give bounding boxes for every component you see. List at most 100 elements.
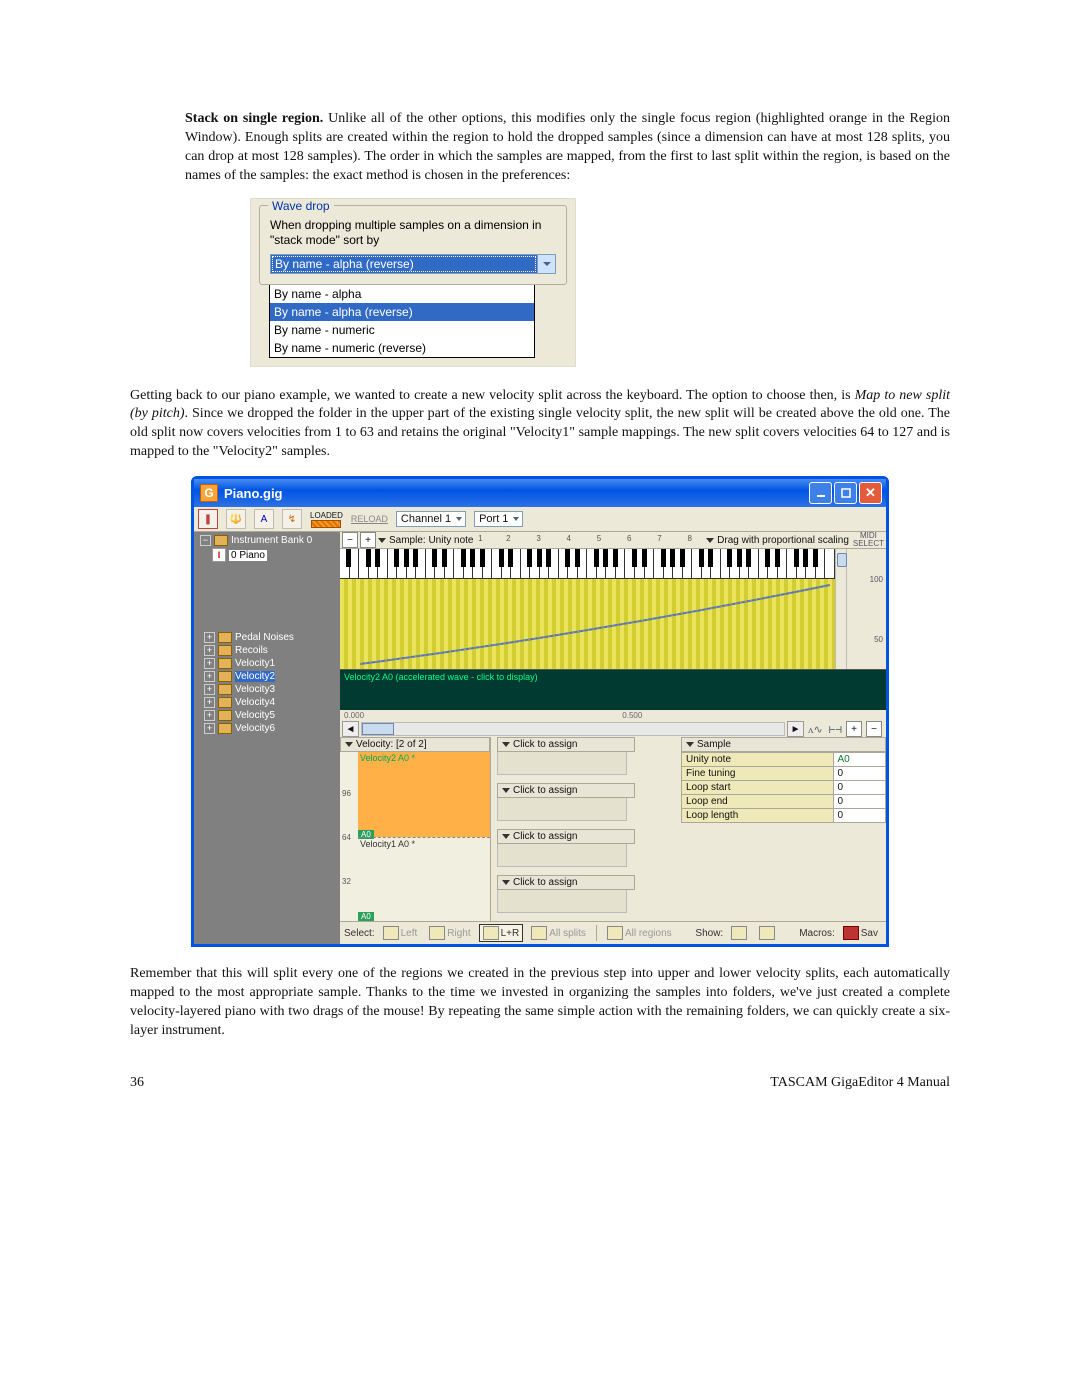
- show-view1-button[interactable]: [727, 924, 751, 942]
- expand-icon[interactable]: +: [204, 723, 215, 734]
- page-number: 36: [130, 1075, 144, 1091]
- assign-slot[interactable]: Click to assign: [497, 829, 675, 867]
- tool-instrument-icon[interactable]: ❚: [198, 509, 218, 529]
- tree-folder[interactable]: +Velocity6: [196, 722, 338, 735]
- wave-drop-combobox[interactable]: By name - alpha (reverse): [270, 254, 556, 274]
- region-grow-button[interactable]: +: [360, 532, 376, 548]
- expand-icon[interactable]: +: [204, 697, 215, 708]
- chevron-down-icon[interactable]: [378, 538, 386, 543]
- waveform-scrollbar[interactable]: ◄ ► ᴧ∿ ⊢⊣ + −: [340, 721, 886, 737]
- chevron-down-icon[interactable]: [502, 742, 510, 747]
- expand-icon[interactable]: +: [204, 645, 215, 656]
- unity-note-curve: [340, 579, 835, 669]
- wave-drop-option[interactable]: By name - numeric (reverse): [270, 339, 534, 357]
- chevron-down-icon[interactable]: [686, 742, 694, 747]
- split-left-icon: [383, 926, 399, 940]
- select-all-splits-button[interactable]: All splits: [527, 924, 590, 942]
- close-button[interactable]: ✕: [859, 482, 882, 504]
- expand-icon[interactable]: +: [204, 710, 215, 721]
- maximize-button[interactable]: [834, 482, 857, 504]
- chevron-down-icon[interactable]: [502, 880, 510, 885]
- paragraph-remember: Remember that this will split every one …: [130, 965, 950, 1041]
- scroll-left-button[interactable]: ◄: [342, 721, 359, 737]
- wave-drop-title: Wave drop: [268, 199, 334, 213]
- macros-label: Macros:: [799, 928, 835, 939]
- tool-articulation-icon[interactable]: A: [254, 509, 274, 529]
- show-view2-button[interactable]: [755, 924, 779, 942]
- region-window[interactable]: [340, 549, 835, 669]
- tree-folder[interactable]: +Recoils: [196, 644, 338, 657]
- zoom-out-button[interactable]: −: [866, 721, 882, 737]
- zoom-wave-icon[interactable]: ᴧ∿: [808, 723, 823, 736]
- keyboard-vert-slider[interactable]: [835, 549, 846, 669]
- wave-drop-option[interactable]: By name - numeric: [270, 321, 534, 339]
- assign-slot[interactable]: Click to assign: [497, 737, 675, 775]
- label-stack-heading: Stack on single region.: [185, 111, 323, 126]
- select-left-button[interactable]: Left: [379, 924, 422, 942]
- region-shrink-button[interactable]: −: [342, 532, 358, 548]
- waveform-display[interactable]: Velocity2 A0 (accelerated wave - click t…: [340, 669, 886, 710]
- macro-save-button[interactable]: Sav: [839, 924, 882, 942]
- wave-drop-option[interactable]: By name - alpha: [270, 285, 534, 303]
- select-right-button[interactable]: Right: [425, 924, 474, 942]
- port-dropdown[interactable]: Port 1: [474, 511, 523, 527]
- folder-icon: [218, 723, 232, 734]
- view-icon: [731, 926, 747, 940]
- expand-icon[interactable]: +: [204, 632, 215, 643]
- split-lr-icon: [483, 926, 499, 940]
- all-splits-icon: [531, 926, 547, 940]
- channel-dropdown[interactable]: Channel 1: [396, 511, 466, 527]
- tree-folder[interactable]: +Pedal Noises: [196, 631, 338, 644]
- wave-drop-description: When dropping multiple samples on a dime…: [270, 218, 556, 248]
- wave-drop-groupbox: Wave drop When dropping multiple samples…: [259, 205, 567, 285]
- sample-properties-table[interactable]: Unity noteA0 Fine tuning0 Loop start0 Lo…: [681, 752, 886, 823]
- select-label: Select:: [344, 928, 375, 939]
- tree-folder[interactable]: +Velocity3: [196, 683, 338, 696]
- gigaeditor-window: G Piano.gig ✕ ❚ 🔱 A ↯ LOADED RELOAD Chan…: [191, 476, 889, 947]
- save-icon: [843, 926, 859, 940]
- collapse-icon[interactable]: −: [200, 535, 211, 546]
- velocity-upper-label: Velocity2 A0 *: [360, 753, 415, 763]
- select-all-regions-button[interactable]: All regions: [603, 924, 676, 942]
- assign-slot[interactable]: Click to assign: [497, 783, 675, 821]
- octave-ruler: 1 2 3 4 5 6 7 8: [474, 535, 707, 545]
- wave-drop-option[interactable]: By name - alpha (reverse): [270, 303, 534, 321]
- zoom-range-icon[interactable]: ⊢⊣: [829, 723, 842, 736]
- loaded-bar-icon: [311, 520, 341, 528]
- tree-folder[interactable]: +Velocity1: [196, 657, 338, 670]
- chevron-down-icon[interactable]: [502, 834, 510, 839]
- folder-icon: [218, 697, 232, 708]
- wave-drop-dropdown-button[interactable]: [537, 255, 555, 273]
- wave-drop-selected: By name - alpha (reverse): [271, 255, 537, 273]
- expand-icon[interactable]: +: [204, 684, 215, 695]
- assign-slot[interactable]: Click to assign: [497, 875, 675, 913]
- folder-icon: [218, 710, 232, 721]
- tree-instrument[interactable]: I 0 Piano: [196, 547, 338, 563]
- velocity-split-panel[interactable]: Velocity: [2 of 2] Velocity2 A0 * A0 Vel…: [340, 737, 491, 921]
- chevron-down-icon[interactable]: [502, 788, 510, 793]
- zoom-in-button[interactable]: +: [846, 721, 862, 737]
- wave-drop-dropdown-list[interactable]: By name - alpha By name - alpha (reverse…: [269, 285, 535, 358]
- expand-icon[interactable]: +: [204, 658, 215, 669]
- instrument-tree[interactable]: − Instrument Bank 0 I 0 Piano +Pedal Noi…: [194, 532, 340, 944]
- minimize-button[interactable]: [809, 482, 832, 504]
- scroll-right-button[interactable]: ►: [787, 721, 804, 737]
- time-ruler: 0.000 0.500: [340, 710, 886, 721]
- keyboard-header: − + Sample: Unity note 1 2 3 4 5 6 7 8: [340, 532, 886, 549]
- tree-folder[interactable]: +Velocity5: [196, 709, 338, 722]
- window-titlebar[interactable]: G Piano.gig ✕: [194, 479, 886, 507]
- tool-tuning-icon[interactable]: 🔱: [226, 509, 246, 529]
- all-regions-icon: [607, 926, 623, 940]
- velocity-lower-label: Velocity1 A0 *: [360, 839, 415, 849]
- tree-folder[interactable]: +Velocity2: [196, 670, 338, 683]
- chevron-down-icon[interactable]: [345, 742, 353, 747]
- select-lr-button[interactable]: L+R: [479, 924, 524, 942]
- scroll-thumb[interactable]: [362, 723, 394, 735]
- tree-bank[interactable]: − Instrument Bank 0: [196, 534, 338, 547]
- chevron-down-icon[interactable]: [706, 538, 714, 543]
- velocity-scale: 100 50: [846, 549, 886, 669]
- reload-link[interactable]: RELOAD: [351, 514, 388, 524]
- expand-icon[interactable]: +: [204, 671, 215, 682]
- tool-script-icon[interactable]: ↯: [282, 509, 302, 529]
- tree-folder[interactable]: +Velocity4: [196, 696, 338, 709]
